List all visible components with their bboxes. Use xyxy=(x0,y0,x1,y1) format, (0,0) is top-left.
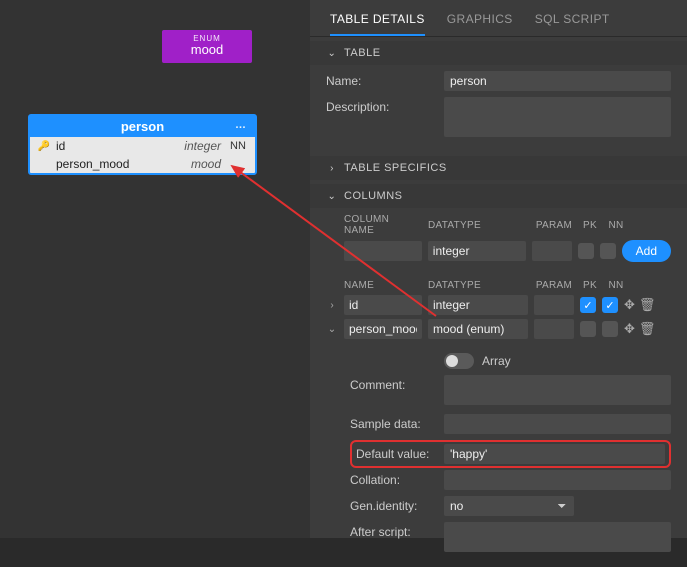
header-datatype: DATATYPE xyxy=(428,280,528,291)
column-row-id: › integer ✓ ✓ ✥🗑 xyxy=(310,293,687,317)
comment-textarea[interactable] xyxy=(444,375,671,405)
table-entity-person[interactable]: person … 🔑 id integer NN person_mood moo… xyxy=(28,114,257,175)
header-param: PARAM xyxy=(534,280,574,291)
chevron-down-icon[interactable]: ⌄ xyxy=(326,324,338,335)
column-datatype-select[interactable]: integer xyxy=(428,295,528,315)
move-icon[interactable]: ✥ xyxy=(624,297,635,313)
new-column-param-input[interactable] xyxy=(532,241,572,261)
header-pk: PK xyxy=(580,220,600,231)
column-datatype: integer xyxy=(184,139,227,153)
header-nn: NN xyxy=(606,220,626,231)
tab-graphics[interactable]: GRAPHICS xyxy=(447,8,513,36)
column-param-input[interactable] xyxy=(534,295,574,315)
header-pk: PK xyxy=(580,280,600,291)
default-value-highlight: Default value: xyxy=(350,440,671,468)
chevron-down-icon: ⌄ xyxy=(326,48,338,59)
collation-label: Collation: xyxy=(350,470,444,487)
table-name: person xyxy=(121,119,164,134)
column-name-input[interactable] xyxy=(344,319,422,339)
trash-icon[interactable]: 🗑 xyxy=(639,297,656,313)
column-datatype-select[interactable]: mood (enum) xyxy=(428,319,528,339)
column-datatype: mood xyxy=(191,157,227,171)
column-pk-checkbox[interactable]: ✓ xyxy=(580,297,596,313)
column-nn-checkbox[interactable] xyxy=(602,321,618,337)
new-column-name-input[interactable] xyxy=(344,241,422,261)
name-label: Name: xyxy=(326,71,444,88)
table-header[interactable]: person … xyxy=(30,116,255,137)
section-table[interactable]: ⌄ TABLE xyxy=(310,41,687,65)
enum-name: mood xyxy=(162,43,252,57)
comment-label: Comment: xyxy=(350,375,444,392)
table-row[interactable]: person_mood mood xyxy=(30,155,255,173)
columns-list-header: NAME DATATYPE PARAM PK NN xyxy=(310,274,687,293)
column-pk-checkbox[interactable] xyxy=(580,321,596,337)
new-column-pk-checkbox[interactable] xyxy=(578,243,594,259)
default-value-input[interactable] xyxy=(444,444,665,464)
header-datatype: DATATYPE xyxy=(428,220,528,231)
sample-data-input[interactable] xyxy=(444,414,671,434)
new-column-datatype-select[interactable]: integer xyxy=(428,241,526,261)
section-columns[interactable]: ⌄ COLUMNS xyxy=(310,184,687,208)
description-label: Description: xyxy=(326,97,444,114)
column-nn-checkbox[interactable]: ✓ xyxy=(602,297,618,313)
move-icon[interactable]: ✥ xyxy=(624,321,635,337)
column-notnull: NN xyxy=(227,140,249,152)
column-row-person-mood: ⌄ mood (enum) ✥🗑 xyxy=(310,317,687,341)
enum-tag: ENUM xyxy=(162,34,252,43)
new-column-nn-checkbox[interactable] xyxy=(600,243,616,259)
header-nn: NN xyxy=(606,280,626,291)
gen-identity-label: Gen.identity: xyxy=(350,496,444,513)
name-input[interactable] xyxy=(444,71,671,91)
columns-header: COLUMN NAME DATATYPE PARAM PK NN xyxy=(310,208,687,238)
after-script-label: After script: xyxy=(350,522,444,539)
header-param: PARAM xyxy=(534,220,574,231)
chevron-down-icon: ⌄ xyxy=(326,191,338,202)
new-column-row: integer Add xyxy=(310,238,687,264)
trash-icon[interactable]: 🗑 xyxy=(639,321,656,337)
column-name: person_mood xyxy=(52,157,191,171)
gen-identity-select[interactable]: no xyxy=(444,496,574,516)
array-label: Array xyxy=(482,354,511,368)
column-name-input[interactable] xyxy=(344,295,422,315)
collation-input[interactable] xyxy=(444,470,671,490)
after-script-textarea[interactable] xyxy=(444,522,671,552)
default-value-label: Default value: xyxy=(356,444,444,461)
enum-entity-mood[interactable]: ENUM mood xyxy=(162,30,252,63)
panel-tabs: TABLE DETAILS GRAPHICS SQL SCRIPT xyxy=(310,0,687,37)
table-row[interactable]: 🔑 id integer NN xyxy=(30,137,255,155)
diagram-canvas[interactable]: ENUM mood person … 🔑 id integer NN perso… xyxy=(0,0,310,538)
column-param-input[interactable] xyxy=(534,319,574,339)
array-toggle[interactable] xyxy=(444,353,474,369)
tab-table-details[interactable]: TABLE DETAILS xyxy=(330,8,425,36)
column-detail-block: Array Comment: Sample data: Default valu… xyxy=(310,341,687,567)
tab-sql-script[interactable]: SQL SCRIPT xyxy=(535,8,610,36)
header-column-name: COLUMN NAME xyxy=(344,214,422,236)
primary-key-icon: 🔑 xyxy=(36,141,52,152)
section-label: TABLE SPECIFICS xyxy=(344,162,447,174)
chevron-right-icon[interactable]: › xyxy=(326,300,338,311)
description-textarea[interactable] xyxy=(444,97,671,137)
section-table-specifics[interactable]: › TABLE SPECIFICS xyxy=(310,156,687,180)
column-name: id xyxy=(52,139,184,153)
add-column-button[interactable]: Add xyxy=(622,240,671,262)
section-label: COLUMNS xyxy=(344,190,403,202)
table-menu-icon[interactable]: … xyxy=(235,119,247,131)
sample-data-label: Sample data: xyxy=(350,414,444,431)
header-name: NAME xyxy=(344,280,422,291)
chevron-right-icon: › xyxy=(326,163,338,174)
details-panel: TABLE DETAILS GRAPHICS SQL SCRIPT ⌄ TABL… xyxy=(310,0,687,538)
section-label: TABLE xyxy=(344,47,381,59)
